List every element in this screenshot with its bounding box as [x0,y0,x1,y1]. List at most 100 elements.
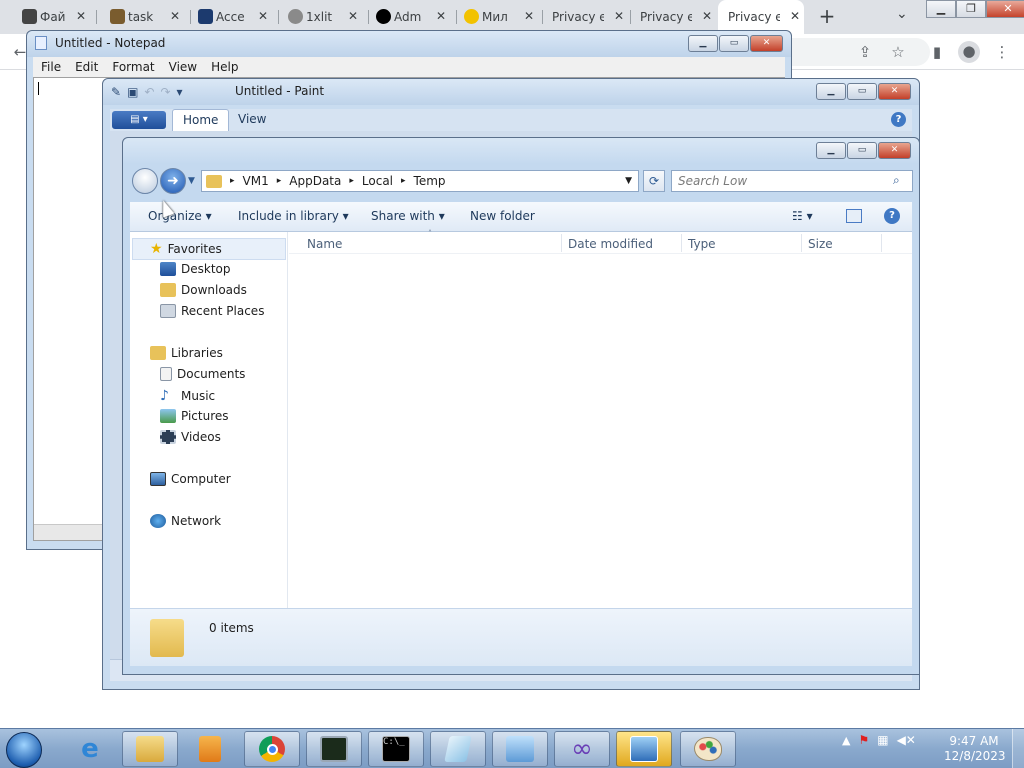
taskbar-internet-explorer[interactable]: e [62,731,118,767]
chrome-tab-5[interactable]: Adm ✕ [372,0,450,34]
close-button[interactable]: ✕ [878,142,911,159]
chrome-tab-3[interactable]: Acce ✕ [194,0,272,34]
chrome-tab-8[interactable]: Privacy e ✕ [634,0,716,34]
taskbar-media-player[interactable] [182,731,238,767]
taskbar-app-active[interactable] [616,731,672,767]
column-date-modified[interactable]: Date modified [568,237,653,251]
breadcrumb-appdata[interactable]: AppData [289,174,341,188]
chrome-minimize-button[interactable]: ▁ [926,0,956,18]
paint-file-menu-button[interactable]: ▤ ▾ [112,111,166,129]
minimize-button[interactable]: ▁ [816,142,846,159]
maximize-button[interactable]: ▭ [847,83,877,100]
tab-close-icon[interactable]: ✕ [702,9,712,23]
chrome-tab-active[interactable]: Privacy e ✕ [718,0,804,34]
taskbar-visual-studio[interactable]: ∞ [554,731,610,767]
taskbar-chrome[interactable] [244,731,300,767]
tab-close-icon[interactable]: ✕ [76,9,86,23]
profile-avatar-icon[interactable]: ● [958,41,980,63]
search-input[interactable]: Search Low [671,170,913,192]
maximize-button[interactable]: ▭ [719,35,749,52]
action-center-flag-icon[interactable]: ⚑ [858,733,869,747]
taskbar-task-manager[interactable] [306,731,362,767]
breadcrumb-local[interactable]: Local [362,174,393,188]
search-icon[interactable]: ⌕ [893,173,900,188]
tab-close-icon[interactable]: ✕ [790,9,800,23]
close-button[interactable]: ✕ [750,35,783,52]
redo-icon[interactable]: ↷ [160,85,170,99]
breadcrumb-temp[interactable]: Temp [414,174,446,188]
menu-view[interactable]: View [169,60,197,74]
volume-muted-icon[interactable]: ◀✕ [897,733,916,747]
chrome-tab-6[interactable]: Мил ✕ [460,0,538,34]
help-icon[interactable]: ? [884,208,900,224]
nav-downloads[interactable]: Downloads [160,283,247,297]
side-panel-icon[interactable]: ▮ [927,42,947,62]
back-button[interactable] [132,168,158,194]
column-separator[interactable] [801,234,802,252]
organize-button[interactable]: Organize ▾ [148,209,212,223]
nav-network[interactable]: Network [150,514,221,528]
tab-close-icon[interactable]: ✕ [170,9,180,23]
show-desktop-button[interactable] [1012,729,1024,768]
maximize-button[interactable]: ▭ [847,142,877,159]
share-with-button[interactable]: Share with ▾ [371,209,445,223]
system-clock[interactable]: 9:47 AM 12/8/2023 [944,734,1006,764]
nav-pictures[interactable]: Pictures [160,409,229,423]
preview-pane-icon[interactable] [846,209,862,223]
minimize-button[interactable]: ▁ [688,35,718,52]
menu-help[interactable]: Help [211,60,238,74]
recent-pages-chevron-icon[interactable]: ▼ [188,176,195,186]
tab-close-icon[interactable]: ✕ [258,9,268,23]
menu-edit[interactable]: Edit [75,60,98,74]
menu-format[interactable]: Format [112,60,154,74]
address-bar[interactable]: ▸ VM1 ▸ AppData ▸ Local ▸ Temp ▼ [201,170,639,192]
chrome-tab-7[interactable]: Privacy e ✕ [546,0,628,34]
nav-recent-places[interactable]: Recent Places [160,304,264,318]
nav-computer[interactable]: Computer [150,472,231,486]
minimize-button[interactable]: ▁ [816,83,846,100]
column-type[interactable]: Type [688,237,716,251]
nav-videos[interactable]: Videos [160,430,221,444]
tab-home[interactable]: Home [172,109,230,131]
taskbar-notepad[interactable] [430,731,486,767]
breadcrumb-vm1[interactable]: VM1 [243,174,269,188]
chrome-restore-button[interactable]: ❐ [956,0,986,18]
tab-view[interactable]: View [228,109,276,131]
paint-titlebar[interactable]: ✎ ▣ ↶ ↷ ▾ Untitled - Paint ▁ ▭ ✕ [103,79,919,105]
undo-icon[interactable]: ↶ [144,85,154,99]
customize-chevron-icon[interactable]: ▾ [177,85,183,99]
tab-close-icon[interactable]: ✕ [614,9,624,23]
taskbar-explorer[interactable] [122,731,178,767]
tab-search-chevron-icon[interactable]: ⌄ [896,6,908,22]
tab-close-icon[interactable]: ✕ [348,9,358,23]
nav-music[interactable]: ♪ Music [160,388,215,404]
chrome-close-button[interactable]: ✕ [986,0,1024,18]
tab-close-icon[interactable]: ✕ [524,9,534,23]
column-separator[interactable] [681,234,682,252]
forward-button[interactable]: ➜ [160,168,186,194]
change-view-icon[interactable]: ☷ ▾ [792,209,813,223]
share-icon[interactable]: ⇪ [855,42,875,62]
column-separator[interactable] [561,234,562,252]
column-size[interactable]: Size [808,237,833,251]
network-status-icon[interactable]: ▦ [877,733,888,747]
show-hidden-icons-chevron-icon[interactable]: ▲ [842,734,850,747]
chrome-tab-1[interactable]: Фай ✕ [18,0,90,34]
nav-libraries[interactable]: Libraries [150,346,223,360]
notepad-titlebar[interactable]: Untitled - Notepad ▁ ▭ ✕ [27,31,791,57]
taskbar-command-prompt[interactable]: C:\_ [368,731,424,767]
include-in-library-button[interactable]: Include in library ▾ [238,209,349,223]
explorer-titlebar[interactable]: ▁ ▭ ✕ [123,138,919,164]
chrome-tab-2[interactable]: task ✕ [106,0,184,34]
nav-favorites[interactable]: ★ Favorites [150,241,222,257]
column-separator[interactable] [881,234,882,252]
address-dropdown-chevron-icon[interactable]: ▼ [625,176,632,186]
chrome-tab-4[interactable]: 1xlit ✕ [284,0,362,34]
nav-desktop[interactable]: Desktop [160,262,231,276]
chrome-menu-icon[interactable]: ⋮ [992,42,1012,62]
close-button[interactable]: ✕ [878,83,911,100]
taskbar-paint[interactable] [680,731,736,767]
new-tab-button[interactable]: + [816,4,838,28]
refresh-icon[interactable]: ⟳ [643,170,665,192]
save-icon[interactable]: ▣ [127,85,138,99]
